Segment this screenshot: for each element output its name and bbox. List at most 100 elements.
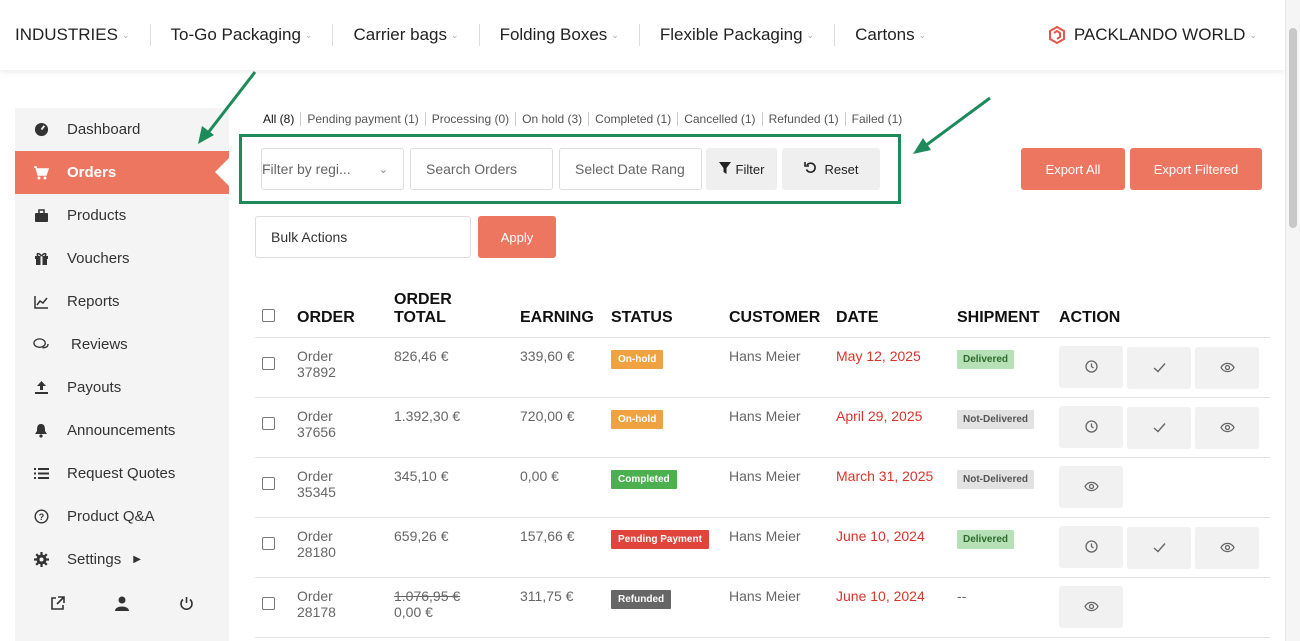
row-checkbox[interactable]: [262, 356, 275, 370]
nav-industries[interactable]: INDUSTRIES ⌄: [0, 24, 151, 46]
sidebar-item-settings[interactable]: Settings ▶: [15, 538, 229, 581]
eye-button[interactable]: [1195, 406, 1259, 449]
nav-folding-boxes[interactable]: Folding Boxes ⌄: [480, 24, 640, 46]
order-total-cell: 345,10 €: [394, 457, 520, 518]
eye-button[interactable]: [1195, 526, 1259, 569]
region-filter-select[interactable]: Filter by regi... ⌄: [261, 148, 404, 190]
clock-button[interactable]: [1059, 405, 1123, 448]
col-date: DATE: [836, 280, 957, 338]
sidebar-item-request-quotes[interactable]: Request Quotes: [15, 452, 229, 495]
check-button[interactable]: [1127, 406, 1191, 449]
order-total-cell: 1.076,95 €0,00 €: [394, 577, 520, 638]
sidebar-item-label: Reviews: [71, 336, 128, 353]
order-cell[interactable]: Order 37892: [297, 337, 394, 398]
tab-processing[interactable]: Processing (0): [426, 112, 517, 126]
filter-button[interactable]: Filter: [706, 148, 777, 190]
shipment-value: --: [957, 587, 967, 604]
undo-icon: [803, 161, 817, 177]
order-number: 37656: [297, 423, 336, 440]
chevron-down-icon: ⌄: [121, 29, 130, 40]
sidebar-item-label: Dashboard: [67, 121, 141, 138]
tab-cancelled[interactable]: Cancelled (1): [678, 112, 763, 126]
clock-button[interactable]: [1059, 525, 1123, 568]
sidebar-item-reports[interactable]: Reports: [15, 280, 229, 323]
chevron-down-icon: ⌄: [378, 163, 388, 176]
col-order-total: ORDER TOTAL: [394, 280, 520, 338]
sidebar-item-orders[interactable]: Orders: [15, 151, 229, 194]
order-total-original: 1.076,95 €: [394, 587, 461, 604]
shipment-cell: Not-Delivered: [957, 457, 1059, 518]
nav-label: Cartons: [855, 25, 915, 44]
check-button[interactable]: [1127, 526, 1191, 569]
sidebar-item-products[interactable]: Products: [15, 194, 229, 237]
tab-on-hold[interactable]: On hold (3): [516, 112, 590, 126]
tab-failed[interactable]: Failed (1): [846, 112, 909, 126]
check-button[interactable]: [1127, 346, 1191, 389]
export-filtered-button[interactable]: Export Filtered: [1130, 148, 1262, 190]
order-total: 1.392,30 €: [394, 407, 461, 424]
sidebar-item-announcements[interactable]: Announcements: [15, 409, 229, 452]
col-status: STATUS: [611, 280, 729, 338]
nav-cartons[interactable]: Cartons ⌄: [835, 24, 946, 46]
nav-label: Flexible Packaging: [659, 25, 803, 44]
tab-all[interactable]: All (8): [263, 112, 302, 126]
nav-carrier-bags[interactable]: Carrier bags ⌄: [333, 24, 480, 46]
apply-button[interactable]: Apply: [478, 216, 556, 258]
shipment-cell: Delivered: [957, 517, 1059, 578]
scrollbar-thumb[interactable]: [1289, 28, 1297, 228]
row-checkbox[interactable]: [262, 476, 275, 490]
action-cell: [1059, 577, 1270, 638]
brand-menu[interactable]: PACKLANDO WORLD ⌄: [1048, 0, 1257, 70]
earning: 720,00 €: [520, 397, 611, 458]
status-badge: Completed: [611, 469, 677, 489]
table-header-row: ORDER ORDER TOTAL EARNING STATUS CUSTOMER…: [255, 280, 1270, 338]
select-all-checkbox[interactable]: [262, 308, 275, 322]
brand-name: PACKLANDO WORLD: [1073, 25, 1246, 44]
eye-button[interactable]: [1195, 346, 1259, 389]
sidebar-item-vouchers[interactable]: Vouchers: [15, 237, 229, 280]
caret-right-icon: ▶: [133, 554, 141, 565]
search-orders-input[interactable]: Search Orders: [410, 148, 553, 190]
sidebar-item-label: Payouts: [67, 379, 122, 396]
sidebar-item-reviews[interactable]: Reviews: [15, 323, 229, 366]
power-icon[interactable]: [179, 596, 194, 616]
bulk-actions-select[interactable]: Bulk Actions: [255, 216, 471, 258]
sidebar-item-label: Products: [67, 207, 127, 224]
eye-button[interactable]: [1059, 585, 1123, 628]
status-badge: On-hold: [611, 409, 664, 429]
external-link-icon[interactable]: [50, 596, 65, 616]
action-cell: [1059, 337, 1270, 398]
tab-pending-payment[interactable]: Pending payment (1): [301, 112, 426, 126]
order-cell[interactable]: Order 35345: [297, 457, 394, 518]
export-filtered-label: Export Filtered: [1153, 161, 1239, 177]
reset-button[interactable]: Reset: [782, 148, 880, 190]
order-cell[interactable]: Order 28178: [297, 577, 394, 638]
row-checkbox[interactable]: [262, 596, 275, 610]
nav-to-go-packaging[interactable]: To-Go Packaging ⌄: [151, 24, 334, 46]
order-cell[interactable]: Order 28180: [297, 517, 394, 578]
tab-refunded[interactable]: Refunded (1): [763, 112, 846, 126]
nav-label: To-Go Packaging: [170, 25, 301, 44]
col-order-total-line1: ORDER: [394, 290, 452, 308]
user-icon[interactable]: [115, 596, 129, 616]
eye-button[interactable]: [1059, 465, 1123, 508]
tab-completed[interactable]: Completed (1): [589, 112, 679, 126]
page-scrollbar[interactable]: [1285, 0, 1300, 641]
export-all-button[interactable]: Export All: [1021, 148, 1125, 190]
sidebar-item-label: Orders: [67, 164, 117, 181]
nav-label: Folding Boxes: [499, 25, 608, 44]
clock-button[interactable]: [1059, 345, 1123, 388]
order-label: Order: [297, 587, 333, 604]
customer: Hans Meier: [729, 517, 836, 578]
sidebar-item-label: Request Quotes: [67, 465, 176, 482]
date-range-input[interactable]: Select Date Rang: [559, 148, 702, 190]
sidebar-item-product-qa[interactable]: ? Product Q&A: [15, 495, 229, 538]
order-total-refunded: 0,00 €: [394, 603, 433, 620]
sidebar-item-label: Vouchers: [67, 250, 130, 267]
row-checkbox[interactable]: [262, 536, 275, 550]
question-icon: ?: [33, 509, 49, 525]
nav-flexible-packaging[interactable]: Flexible Packaging ⌄: [640, 24, 836, 46]
order-cell[interactable]: Order 37656: [297, 397, 394, 458]
sidebar-item-payouts[interactable]: Payouts: [15, 366, 229, 409]
row-checkbox[interactable]: [262, 416, 275, 430]
